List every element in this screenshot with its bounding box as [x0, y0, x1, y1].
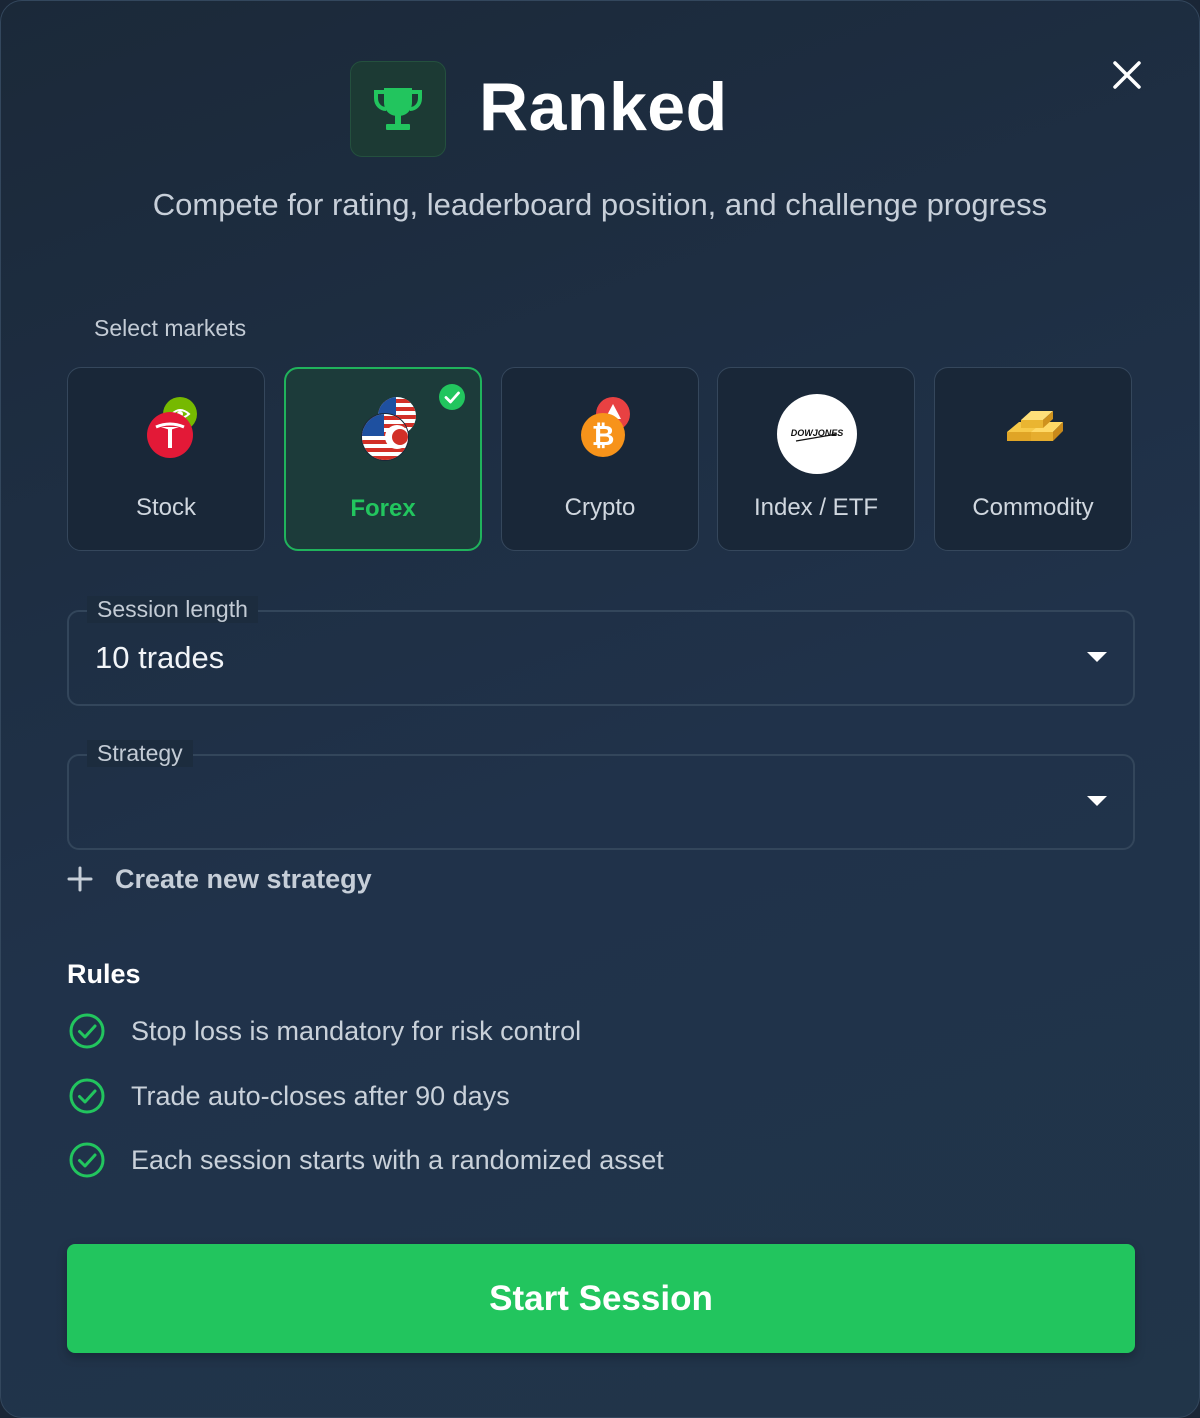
rule-text: Trade auto-closes after 90 days	[131, 1080, 510, 1111]
create-strategy-button[interactable]: Create new strategy	[67, 859, 372, 899]
market-card-forex[interactable]: Forex	[284, 367, 482, 551]
crypto-coins-icon: ₿	[502, 394, 698, 474]
svg-text:₿: ₿	[592, 419, 615, 452]
market-label-stock: Stock	[135, 494, 197, 521]
dow-jones-logo: DOWJONES	[718, 394, 914, 474]
stock-logos-icon	[68, 394, 264, 474]
create-strategy-label: Create new strategy	[115, 863, 372, 894]
market-card-index-etf[interactable]: DOWJONES Index / ETF	[717, 367, 915, 551]
check-circle-icon	[69, 1013, 105, 1049]
market-label-commodity: Commodity	[972, 494, 1094, 521]
plus-icon	[67, 866, 93, 892]
check-circle-icon	[69, 1078, 105, 1114]
close-icon	[1113, 61, 1141, 89]
close-button[interactable]	[1105, 53, 1149, 97]
market-card-stock[interactable]: Stock	[67, 367, 265, 551]
market-label-index-etf: Index / ETF	[753, 494, 879, 521]
session-length-value: 10 trades	[95, 640, 225, 675]
trophy-icon	[350, 61, 446, 157]
market-card-commodity[interactable]: Commodity	[934, 367, 1132, 551]
market-label-forex: Forex	[350, 495, 416, 522]
session-length-select[interactable]: Session length 10 trades	[67, 596, 1135, 706]
select-markets-label: Select markets	[94, 315, 247, 341]
start-session-button[interactable]: Start Session	[67, 1244, 1135, 1353]
rule-text: Each session starts with a randomized as…	[131, 1144, 664, 1175]
check-circle-icon	[69, 1142, 105, 1178]
market-label-crypto: Crypto	[564, 494, 636, 521]
strategy-select[interactable]: Strategy	[67, 740, 1135, 850]
rule-item: Trade auto-closes after 90 days	[67, 1076, 510, 1116]
session-length-label: Session length	[87, 596, 258, 623]
index-logo-text: DOWJONES	[791, 428, 844, 438]
rule-item: Stop loss is mandatory for risk control	[67, 1011, 581, 1051]
market-card-crypto[interactable]: ₿ Crypto	[501, 367, 699, 551]
chevron-down-icon	[1087, 652, 1107, 662]
modal-header: Ranked Compete for rating, leaderboard p…	[1, 1, 1199, 241]
selected-check-icon	[439, 384, 465, 410]
strategy-label: Strategy	[87, 740, 193, 767]
page-title: Ranked	[479, 69, 728, 145]
page-subtitle: Compete for rating, leaderboard position…	[152, 187, 1048, 222]
rule-text: Stop loss is mandatory for risk control	[131, 1015, 582, 1046]
rules-title: Rules	[67, 959, 141, 989]
ranked-modal: Ranked Compete for rating, leaderboard p…	[0, 0, 1200, 1418]
rule-item: Each session starts with a randomized as…	[67, 1140, 664, 1180]
gold-bars-icon	[935, 394, 1131, 474]
market-selector: Stock Forex ₿ Crypto DOWJONES Index / ET…	[67, 367, 1135, 553]
chevron-down-icon	[1087, 796, 1107, 806]
